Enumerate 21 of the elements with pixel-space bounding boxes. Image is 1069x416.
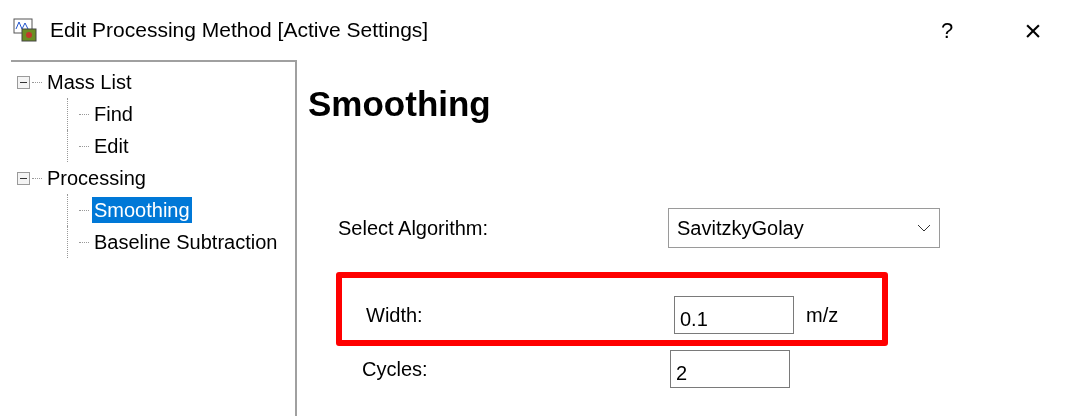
collapse-icon[interactable] [17,75,30,89]
field-label: Cycles: [361,357,429,382]
collapse-icon[interactable] [17,171,30,185]
tree-item[interactable]: Find [92,101,135,127]
tree-item[interactable]: Baseline Subtraction [92,229,280,255]
close-button[interactable]: × [1013,7,1053,53]
algorithm-dropdown[interactable]: SavitzkyGolay [668,208,940,248]
field-label: Width: [365,303,424,328]
input-field[interactable]: 0.1 [674,296,794,334]
app-icon [12,17,40,43]
chevron-down-icon [917,224,931,232]
tree-item[interactable]: Edit [92,133,131,159]
window-title: Edit Processing Method [Active Settings] [50,17,430,44]
unit-label: m/z [806,303,839,328]
help-button[interactable]: ? [927,13,967,47]
section-heading: Smoothing [308,83,492,125]
tree-item[interactable]: Smoothing [92,197,192,223]
tree-item[interactable]: Processing [45,165,148,191]
input-field[interactable]: 2 [670,350,790,388]
tree-item[interactable]: Mass List [45,69,134,95]
field-label: Select Algorithm: [338,216,490,241]
